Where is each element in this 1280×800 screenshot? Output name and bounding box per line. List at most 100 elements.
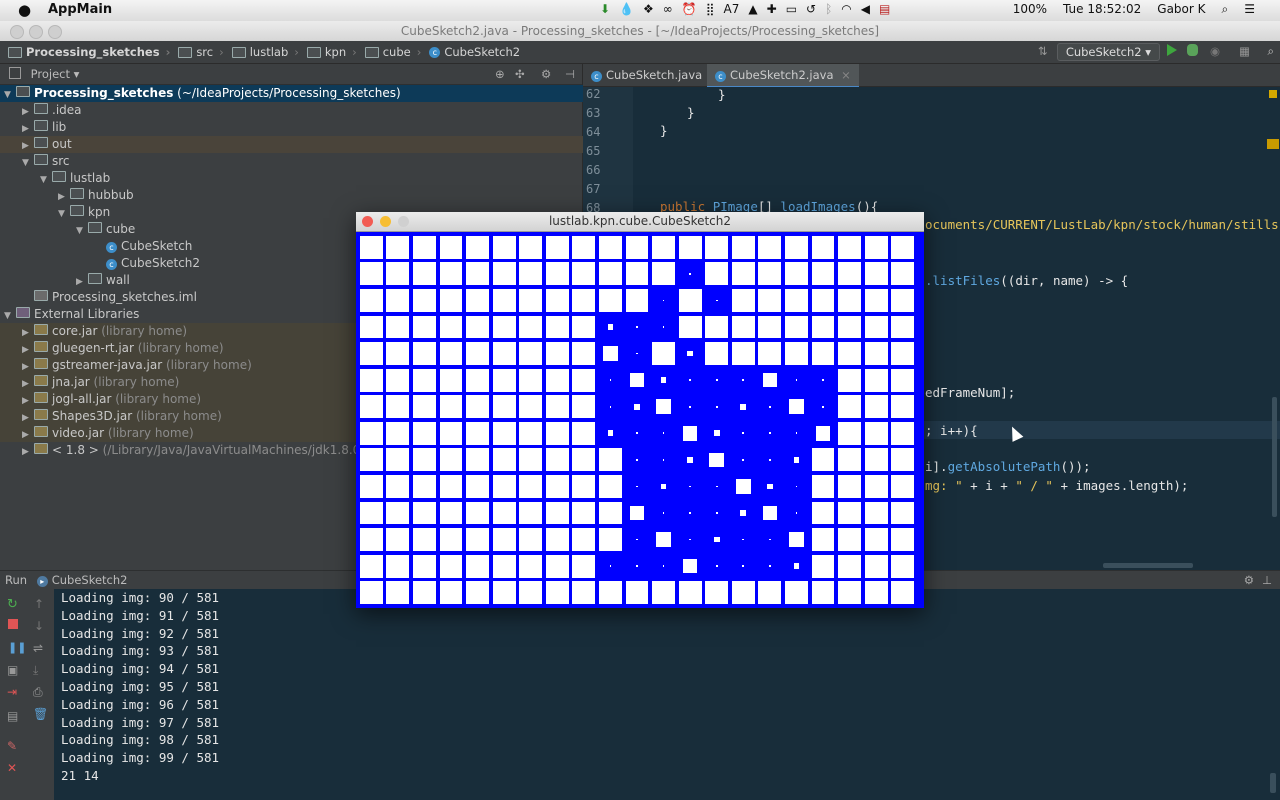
editor-scrollbar[interactable]	[1272, 397, 1277, 517]
pause-icon[interactable]: ❚❚	[8, 641, 26, 654]
code-absolute-path: i].getAbsolutePath());	[925, 459, 1091, 474]
run-settings-gear-icon[interactable]: ⚙	[1244, 571, 1254, 589]
console-output[interactable]: Loading img: 90 / 581 Loading img: 91 / 5…	[54, 589, 1280, 800]
dropbox-icon[interactable]: ❖	[643, 2, 654, 16]
hide-panel-icon[interactable]: ⊣	[565, 64, 575, 84]
tree-item[interactable]: ▶ hubbub	[0, 187, 640, 204]
run-config-name[interactable]: CubeSketch2	[52, 573, 128, 587]
collapse-all-icon[interactable]: ✣	[515, 64, 525, 84]
adobe-icon[interactable]: A7	[724, 2, 740, 16]
tree-item[interactable]: ▼ src	[0, 153, 604, 170]
scroll-up-icon[interactable]: ↑	[34, 597, 44, 611]
time-machine-icon[interactable]: ↺	[806, 2, 816, 16]
flag-icon[interactable]: ▤	[879, 2, 890, 16]
wifi-icon[interactable]: ◠	[841, 2, 851, 16]
grid-cell	[625, 289, 649, 312]
tab-cubesketch[interactable]: cCubeSketch.java ×	[583, 64, 728, 86]
apple-menu-icon[interactable]: ●	[18, 1, 31, 19]
scroll-down-icon[interactable]: ↓	[34, 619, 44, 633]
sketch-close-button[interactable]	[362, 216, 373, 227]
hide-run-panel-icon[interactable]: ⊥	[1262, 571, 1272, 589]
scroll-from-source-icon[interactable]: ⊕	[495, 64, 505, 84]
debug-icon[interactable]	[1187, 44, 1198, 56]
scroll-end-icon[interactable]: ⤓	[33, 663, 38, 678]
grid-cell	[545, 262, 569, 286]
error-stripe-marker[interactable]	[1267, 139, 1279, 149]
rerun-icon[interactable]: ↻	[7, 597, 18, 612]
close-tab-icon[interactable]: ×	[841, 68, 851, 82]
tree-item[interactable]: ▶ .idea	[0, 102, 604, 119]
grid-cell	[413, 581, 436, 605]
soft-wrap-icon[interactable]: ⇌	[33, 641, 43, 655]
breadcrumb-item[interactable]: lustlab ›	[224, 45, 299, 59]
breadcrumb-label: CubeSketch2	[444, 45, 521, 59]
plus-icon[interactable]: ✚	[767, 2, 777, 16]
project-view-select[interactable]: Project ▾	[31, 67, 80, 81]
grid-cell	[662, 299, 665, 302]
glasses-icon[interactable]: ∞	[663, 2, 673, 16]
sketch-minimize-button[interactable]	[380, 216, 391, 227]
download-icon[interactable]: ⬇	[600, 2, 610, 16]
grid-cell	[545, 315, 569, 339]
clock[interactable]: Tue 18:52:02	[1063, 2, 1141, 17]
battery-percent[interactable]: 100%	[1013, 2, 1047, 17]
close-run-icon[interactable]: ✕	[7, 761, 17, 775]
tree-item[interactable]: ▼ lustlab	[0, 170, 622, 187]
grid-cell	[891, 342, 915, 365]
coverage-icon[interactable]: ◉	[1210, 44, 1220, 58]
print-icon[interactable]: ⎙	[33, 685, 43, 700]
minimize-window-button[interactable]	[29, 25, 43, 39]
grid-cell	[439, 448, 463, 472]
stop-icon[interactable]	[8, 619, 18, 629]
zoom-window-button[interactable]	[48, 25, 62, 39]
tree-item[interactable]: ▼ Processing_sketches (~/IdeaProjects/Pro…	[0, 85, 586, 102]
settings-gear-icon[interactable]: ⚙	[541, 64, 551, 84]
breadcrumb-item[interactable]: src ›	[170, 45, 224, 59]
grid-cell	[758, 289, 782, 312]
breadcrumb-item[interactable]: kpn ›	[299, 45, 357, 59]
tree-item[interactable]: ▶ lib	[0, 119, 604, 136]
warning-marker[interactable]	[1269, 90, 1277, 98]
close-window-button[interactable]	[10, 25, 24, 39]
grid-cell	[492, 448, 516, 472]
dump-threads-icon[interactable]: ▣	[7, 663, 18, 677]
breadcrumb-item[interactable]: c CubeSketch2	[421, 45, 520, 59]
bluetooth-icon[interactable]: ᛒ	[825, 2, 832, 16]
tree-item[interactable]: ▶ out	[0, 136, 604, 153]
drop-icon[interactable]: 💧	[619, 2, 634, 16]
grid-cell	[811, 581, 835, 605]
drive-icon[interactable]: ▲	[748, 2, 757, 16]
grid-cell	[439, 289, 463, 312]
grid-dots-icon[interactable]: ⣿	[706, 2, 715, 16]
breadcrumb-item[interactable]: cube ›	[357, 45, 421, 59]
structure-icon[interactable]: ▦	[1239, 44, 1250, 58]
console-scrollbar[interactable]	[1270, 773, 1276, 793]
editor-hscrollbar[interactable]	[1103, 563, 1193, 568]
volume-icon[interactable]: ◀	[861, 2, 870, 16]
collapsed-arrow-icon[interactable]: ▶	[22, 444, 34, 461]
app-name-menu[interactable]: AppMain	[48, 2, 112, 17]
alarm-icon[interactable]: ⏰	[682, 2, 697, 16]
user-name[interactable]: Gabor K	[1157, 2, 1205, 17]
grid-cell	[811, 528, 835, 551]
pin-icon[interactable]: ✎	[7, 739, 17, 753]
clear-console-icon[interactable]: 🗑	[33, 707, 48, 721]
run-icon[interactable]	[1167, 44, 1177, 56]
search-everywhere-icon[interactable]: ⌕	[1268, 44, 1274, 59]
spotlight-icon[interactable]: ⌕	[1222, 2, 1229, 17]
layout-icon[interactable]: ▤	[7, 709, 18, 723]
folder-icon	[34, 120, 48, 131]
grid-cell	[731, 235, 755, 259]
airplay-icon[interactable]: ▭	[786, 2, 797, 16]
breadcrumb-item[interactable]: Processing_sketches ›	[0, 45, 170, 59]
run-config-select[interactable]: CubeSketch2 ▾	[1056, 43, 1160, 61]
vcs-icon[interactable]: ⇅	[1038, 44, 1048, 58]
grid-cell	[466, 368, 489, 392]
grid-cell	[822, 405, 824, 408]
console-line: 21 14	[61, 768, 99, 783]
sketch-zoom-button[interactable]	[398, 216, 409, 227]
exit-icon[interactable]: ⇥	[7, 685, 17, 699]
grid-cell	[769, 405, 771, 408]
notification-center-icon[interactable]: ☰	[1244, 2, 1255, 17]
tab-cubesketch2[interactable]: c CubeSketch2.java ×	[707, 64, 859, 88]
